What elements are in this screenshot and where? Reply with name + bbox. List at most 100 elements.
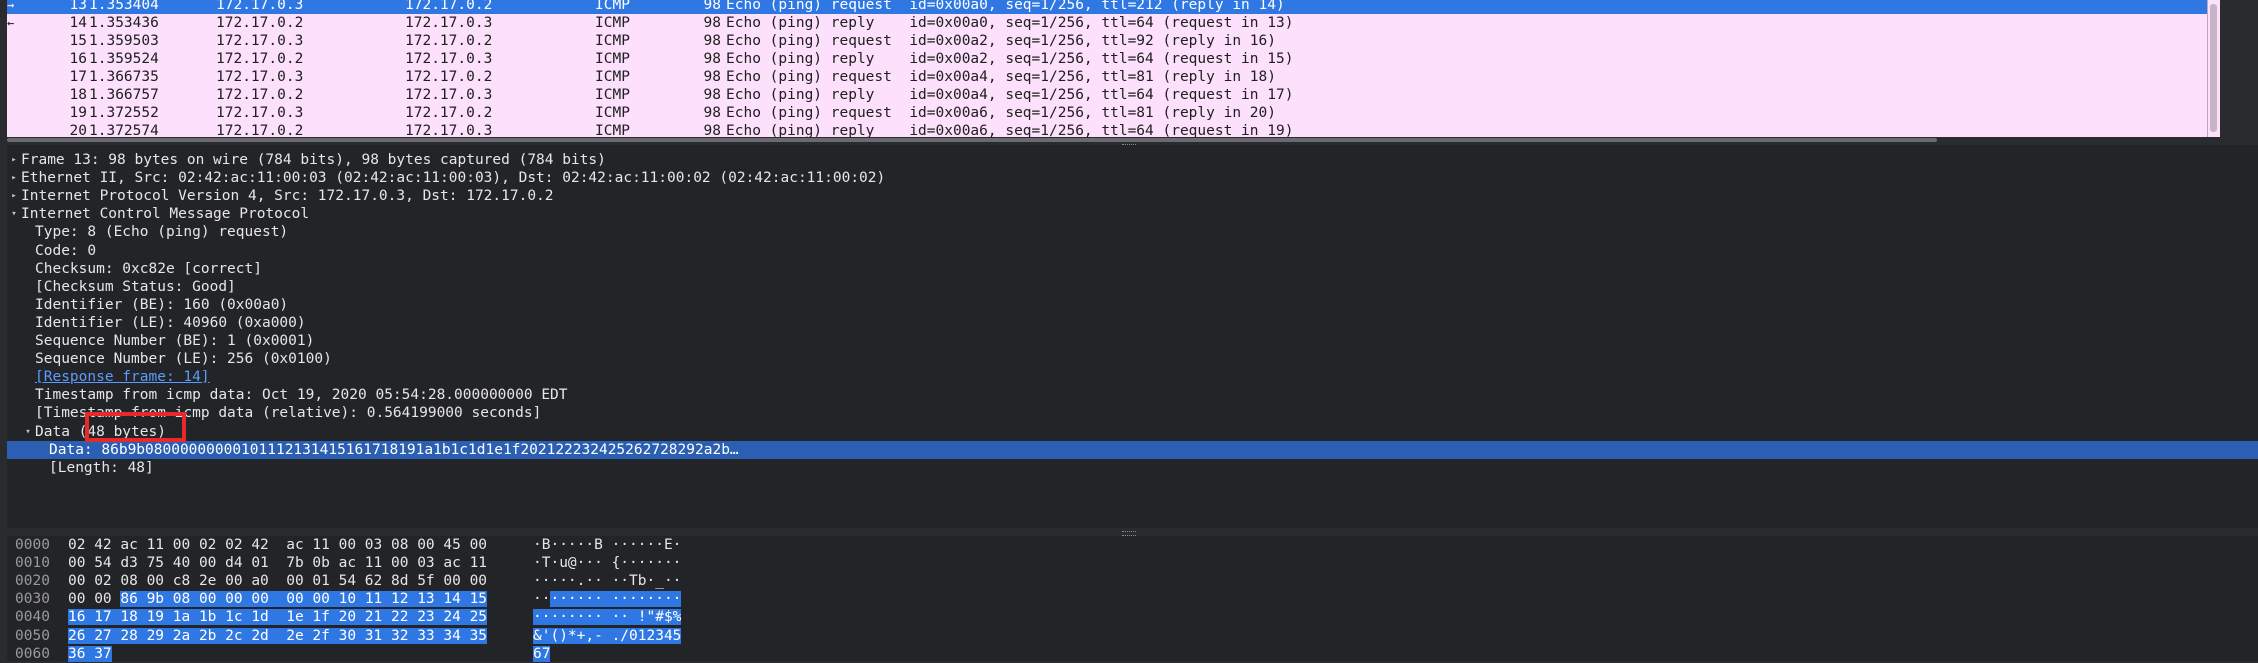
hex-bytes[interactable]: 16 17 18 19 1a 1b 1c 1d 1e 1f 20 21 22 2… [68, 608, 488, 626]
details-tree-item[interactable]: ▸ Internet Protocol Version 4, Src: 172.1… [7, 187, 2258, 205]
packet-info: Echo (ping) request id=0x00a0, seq=1/256… [726, 0, 1285, 13]
details-field-text: Internet Control Message Protocol [21, 206, 310, 222]
hex-ascii[interactable]: ·T·u@··· {······· [533, 554, 681, 572]
packet-source: 172.17.0.2 [216, 123, 304, 137]
packet-length: 98 [703, 123, 721, 137]
hex-offset: 0000 [15, 537, 50, 553]
hex-bytes[interactable]: 00 00 86 9b 08 00 00 00 00 00 10 11 12 1… [68, 590, 488, 608]
packet-row[interactable]: 17 1.366735 172.17.0.3 172.17.0.2 ICMP 98 Echo… [7, 68, 2207, 86]
hex-ascii[interactable]: ·····.·· ··Tb·_·· [533, 572, 681, 590]
packet-row[interactable]: ← 14 1.353436 172.17.0.2 172.17.0.3 ICMP 98 Ech… [7, 14, 2207, 32]
details-tree-item[interactable]: Code: 0 [7, 242, 2258, 260]
hex-bytes-highlighted: 26 27 28 29 2a 2b 2c 2d 2e 2f 30 31 32 3… [68, 628, 488, 644]
packet-length: 98 [703, 69, 721, 85]
hex-bytes[interactable]: 00 02 08 00 c8 2e 00 a0 00 01 54 62 8d 5… [68, 572, 487, 590]
details-tree-item[interactable]: ▸ Ethernet II, Src: 02:42:ac:11:00:03 (02… [7, 169, 2258, 187]
hex-offset: 0050 [15, 628, 50, 644]
details-field-text: Identifier (LE): 40960 (0xa000) [35, 315, 306, 331]
scrollbar-thumb[interactable] [7, 138, 1937, 142]
hex-bytes[interactable]: 36 37 [68, 645, 112, 663]
hex-ascii-highlighted: &'()*+,- ./012345 [533, 628, 682, 644]
details-tree-item[interactable]: Checksum: 0xc82e [correct] [7, 260, 2258, 278]
hex-bytes[interactable]: 26 27 28 29 2a 2b 2c 2d 2e 2f 30 31 32 3… [68, 627, 488, 645]
related-packet-marker [7, 50, 31, 68]
hex-offset: 0030 [15, 591, 50, 607]
packet-list[interactable]: → 13 1.353404 172.17.0.3 172.17.0.2 ICMP 98 Ech… [7, 0, 2207, 137]
packet-length: 98 [703, 15, 721, 31]
details-field-text: Ethernet II, Src: 02:42:ac:11:00:03 (02:… [21, 170, 886, 186]
collapsed-arrow-icon[interactable]: ▸ [9, 151, 19, 169]
packet-time: 1.359503 [89, 33, 159, 49]
related-packet-arrow-icon: → [7, 0, 15, 12]
details-tree-item[interactable]: Identifier (LE): 40960 (0xa000) [7, 314, 2258, 332]
packet-row[interactable]: 19 1.372552 172.17.0.3 172.17.0.2 ICMP 98 Echo… [7, 104, 2207, 122]
packet-row[interactable]: 16 1.359524 172.17.0.2 172.17.0.3 ICMP 98 Echo… [7, 50, 2207, 68]
packet-row[interactable]: 18 1.366757 172.17.0.2 172.17.0.3 ICMP 98 Echo… [7, 86, 2207, 104]
packet-protocol: ICMP [595, 69, 630, 85]
hex-ascii[interactable]: &'()*+,- ./012345 [533, 627, 682, 645]
hex-bytes-plain: 02 42 ac 11 00 02 02 42 ac 11 00 03 08 0… [68, 537, 488, 553]
packet-number: 19 [69, 105, 87, 121]
details-tree-item[interactable]: ▾ Data (48 bytes) [7, 423, 2258, 441]
details-field-text: Checksum: 0xc82e [correct] [35, 261, 262, 277]
packet-time: 1.353436 [89, 15, 159, 31]
details-tree-item[interactable]: Sequence Number (BE): 1 (0x0001) [7, 332, 2258, 350]
details-tree-item[interactable]: ▸ Frame 13: 98 bytes on wire (784 bits), … [7, 151, 2258, 169]
hex-ascii-highlighted: ········ ·· !"#$% [533, 609, 682, 625]
details-tree-item[interactable]: Timestamp from icmp data: Oct 19, 2020 0… [7, 386, 2258, 404]
details-tree-item[interactable]: ▾ Internet Control Message Protocol [7, 205, 2258, 223]
packet-protocol: ICMP [595, 0, 630, 13]
hex-ascii-plain: ·· [533, 591, 551, 607]
details-tree-item[interactable]: Identifier (BE): 160 (0x00a0) [7, 296, 2258, 314]
collapsed-arrow-icon[interactable]: ▸ [9, 169, 19, 187]
packet-row[interactable]: 15 1.359503 172.17.0.3 172.17.0.2 ICMP 98 Echo… [7, 32, 2207, 50]
details-tree-item[interactable]: [Checksum Status: Good] [7, 278, 2258, 296]
packet-info: Echo (ping) reply id=0x00a4, seq=1/256, … [726, 87, 1294, 103]
hex-ascii[interactable]: ········ ·· !"#$% [533, 608, 682, 626]
packet-destination: 172.17.0.3 [405, 51, 493, 67]
packet-row[interactable]: → 13 1.353404 172.17.0.3 172.17.0.2 ICMP 98 Ech… [7, 0, 2207, 14]
packet-length: 98 [703, 87, 721, 103]
packet-details-tree[interactable]: ▸ Frame 13: 98 bytes on wire (784 bits), … [7, 145, 2258, 528]
details-tree-item[interactable]: Type: 8 (Echo (ping) request) [7, 223, 2258, 241]
packet-number: 20 [69, 123, 87, 137]
hex-offset: 0060 [15, 646, 50, 662]
hex-ascii[interactable]: ·B·····B ······E· [533, 536, 681, 554]
packet-row[interactable]: 20 1.372574 172.17.0.2 172.17.0.3 ICMP 98 Echo… [7, 122, 2207, 137]
packet-number: 18 [69, 87, 87, 103]
details-tree-item[interactable]: [Response frame: 14] [7, 368, 2258, 386]
packet-bytes-pane[interactable]: 0000 02 42 ac 11 00 02 02 42 ac 11 00 03 … [7, 536, 2258, 663]
hex-ascii[interactable]: 67 [533, 645, 551, 663]
details-tree-item[interactable]: Sequence Number (LE): 256 (0x0100) [7, 350, 2258, 368]
response-frame-link[interactable]: [Response frame: 14] [35, 368, 210, 386]
hex-bytes-highlighted: 86 9b 08 00 00 00 00 00 10 11 12 13 14 1… [120, 591, 488, 607]
details-field-text: [Checksum Status: Good] [35, 279, 236, 295]
hex-bytes[interactable]: 00 54 d3 75 40 00 d4 01 7b 0b ac 11 00 0… [68, 554, 487, 572]
details-tree-item[interactable]: Data: 86b9b08000000000101112131415161718… [7, 441, 2258, 459]
packet-destination: 172.17.0.3 [405, 123, 493, 137]
hex-ascii-plain: ·····.·· ··Tb·_·· [533, 573, 682, 589]
packet-destination: 172.17.0.3 [405, 87, 493, 103]
packet-protocol: ICMP [595, 51, 630, 67]
details-tree-item[interactable]: [Timestamp from icmp data (relative): 0.… [7, 404, 2258, 422]
packet-time: 1.372574 [89, 123, 159, 137]
collapsed-arrow-icon[interactable]: ▸ [9, 187, 19, 205]
packet-list-vertical-scrollbar[interactable] [2207, 0, 2220, 137]
hex-offset: 0040 [15, 609, 50, 625]
details-field-text: Identifier (BE): 160 (0x00a0) [35, 297, 289, 313]
packet-number: 14 [69, 15, 87, 31]
hex-bytes-plain: 00 54 d3 75 40 00 d4 01 7b 0b ac 11 00 0… [68, 555, 488, 571]
hex-ascii[interactable]: ········ ········ [533, 590, 682, 608]
details-tree-item[interactable]: [Length: 48] [7, 459, 2258, 477]
hex-bytes-plain: 00 02 08 00 c8 2e 00 a0 00 01 54 62 8d 5… [68, 573, 488, 589]
packet-protocol: ICMP [595, 123, 630, 137]
scrollbar-thumb[interactable] [2210, 4, 2217, 132]
hex-offset: 0010 [15, 555, 50, 571]
expanded-arrow-icon[interactable]: ▾ [9, 205, 19, 223]
related-packet-marker [7, 68, 31, 86]
expanded-arrow-icon[interactable]: ▾ [23, 423, 33, 441]
details-field-text: Internet Protocol Version 4, Src: 172.17… [21, 188, 554, 204]
details-field-text: [Length: 48] [49, 460, 154, 476]
hex-bytes[interactable]: 02 42 ac 11 00 02 02 42 ac 11 00 03 08 0… [68, 536, 487, 554]
packet-destination: 172.17.0.2 [405, 33, 493, 49]
